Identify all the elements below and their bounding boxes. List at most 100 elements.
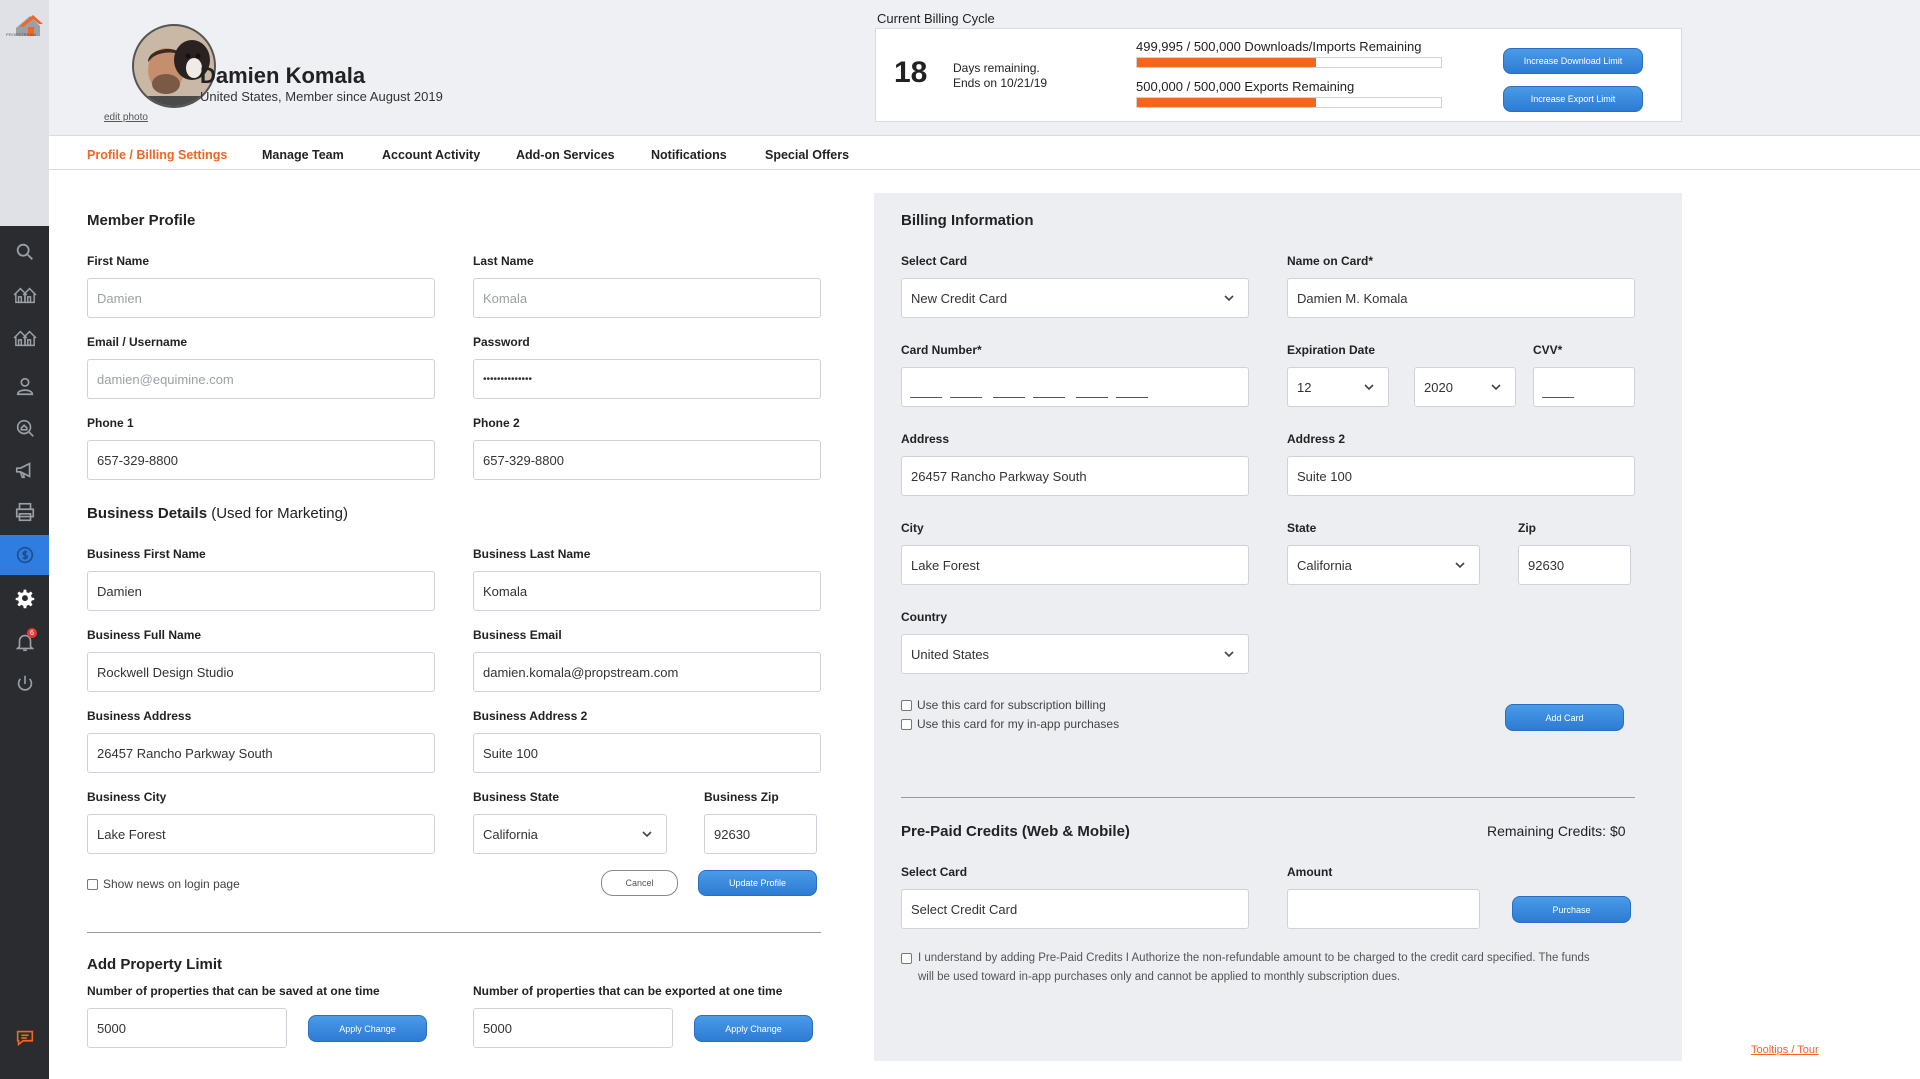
gear-icon[interactable]	[0, 579, 49, 619]
email-field[interactable]: damien@equimine.com	[87, 359, 435, 399]
select-card-dropdown[interactable]: New Credit Card	[901, 278, 1249, 318]
search-icon[interactable]	[0, 232, 49, 272]
increase-export-limit-button[interactable]: Increase Export Limit	[1503, 86, 1643, 112]
billing-city-field[interactable]: Lake Forest	[901, 545, 1249, 585]
user-icon[interactable]	[0, 366, 49, 406]
show-news-label: Show news on login page	[103, 877, 240, 891]
amount-label: Amount	[1287, 865, 1333, 879]
billing-address2-field[interactable]: Suite 100	[1287, 456, 1635, 496]
tab-profile-billing[interactable]: Profile / Billing Settings	[87, 148, 227, 162]
business-details-title: Business Details (Used for Marketing)	[87, 505, 348, 522]
homes-alt-icon[interactable]	[0, 318, 49, 358]
business-last-name-label: Business Last Name	[473, 547, 591, 561]
prepaid-disclaimer: I understand by adding Pre-Paid Credits …	[918, 949, 1590, 987]
business-address2-field[interactable]: Suite 100	[473, 733, 821, 773]
phone1-field[interactable]: 657-329-8800	[87, 440, 435, 480]
business-city-label: Business City	[87, 790, 167, 804]
business-full-name-field[interactable]: Rockwell Design Studio	[87, 652, 435, 692]
saved-limit-field[interactable]: 5000	[87, 1008, 287, 1048]
business-details-subtitle: (Used for Marketing)	[207, 505, 348, 522]
remaining-credits: Remaining Credits: $0	[1487, 823, 1626, 839]
first-name-field[interactable]: Damien	[87, 278, 435, 318]
add-card-button[interactable]: Add Card	[1505, 704, 1624, 731]
tooltips-tour-link[interactable]: Tooltips / Tour	[1751, 1044, 1819, 1056]
tab-manage-team[interactable]: Manage Team	[262, 148, 344, 162]
business-zip-field[interactable]: 92630	[704, 814, 817, 854]
prepaid-select-card-label: Select Card	[901, 865, 968, 879]
billing-address-label: Address	[901, 432, 950, 446]
dollar-icon[interactable]	[0, 535, 49, 575]
power-icon[interactable]	[0, 664, 49, 704]
use-subscription-label: Use this card for subscription billing	[917, 698, 1106, 712]
prepaid-select-card-field[interactable]: Select Credit Card	[901, 889, 1249, 929]
billing-zip-label: Zip	[1518, 521, 1536, 535]
use-inapp-checkbox-row[interactable]: Use this card for my in-app purchases	[901, 717, 1119, 731]
country-select[interactable]: United States	[901, 634, 1249, 674]
business-email-field[interactable]: damien.komala@propstream.com	[473, 652, 821, 692]
business-state-label: Business State	[473, 790, 560, 804]
expiration-year-select[interactable]: 2020	[1414, 367, 1516, 407]
downloads-quota-label: 499,995 / 500,000 Downloads/Imports Rema…	[1136, 39, 1422, 54]
homes-icon[interactable]	[0, 275, 49, 315]
phone2-field[interactable]: 657-329-8800	[473, 440, 821, 480]
business-city-field[interactable]: Lake Forest	[87, 814, 435, 854]
update-profile-button[interactable]: Update Profile	[698, 870, 817, 896]
chat-icon[interactable]	[0, 1018, 49, 1058]
billing-address-field[interactable]: 26457 Rancho Parkway South	[901, 456, 1249, 496]
apply-exported-limit-button[interactable]: Apply Change	[694, 1015, 813, 1042]
prepaid-authorize-checkbox-row[interactable]	[901, 952, 912, 964]
chevron-down-icon	[1364, 384, 1374, 391]
tab-add-on-services[interactable]: Add-on Services	[516, 148, 615, 162]
cycle-end-line: Ends on 10/21/19	[953, 76, 1048, 90]
last-name-field[interactable]: Komala	[473, 278, 821, 318]
downloads-progress-fill	[1137, 58, 1317, 67]
business-zip-label: Business Zip	[704, 790, 779, 804]
tab-notifications[interactable]: Notifications	[651, 148, 727, 162]
use-subscription-checkbox-row[interactable]: Use this card for subscription billing	[901, 698, 1106, 712]
billing-cycle-title: Current Billing Cycle	[877, 11, 995, 26]
disclaimer-line-1: I understand by adding Pre-Paid Credits …	[918, 952, 1590, 964]
show-news-checkbox-row[interactable]: Show news on login page	[87, 877, 240, 891]
business-state-select[interactable]: California	[473, 814, 667, 854]
use-subscription-checkbox[interactable]	[901, 699, 912, 711]
cancel-button[interactable]: Cancel	[601, 870, 678, 896]
downloads-progress-bar	[1136, 57, 1442, 68]
prepaid-authorize-checkbox[interactable]	[901, 953, 912, 964]
billing-city-label: City	[901, 521, 924, 535]
edit-photo-link[interactable]: edit photo	[104, 112, 148, 123]
chevron-down-icon	[1224, 295, 1234, 302]
show-news-checkbox[interactable]	[87, 878, 98, 890]
cvv-field[interactable]	[1533, 367, 1635, 407]
bell-icon[interactable]: 6	[0, 622, 49, 662]
name-on-card-field[interactable]: Damien M. Komala	[1287, 278, 1635, 318]
billing-state-value: California	[1297, 557, 1352, 573]
exports-quota-label: 500,000 / 500,000 Exports Remaining	[1136, 79, 1355, 94]
use-inapp-checkbox[interactable]	[901, 718, 912, 730]
expiration-month-select[interactable]: 12	[1287, 367, 1389, 407]
chevron-down-icon	[1491, 384, 1501, 391]
increase-download-limit-button[interactable]: Increase Download Limit	[1503, 48, 1643, 74]
password-field[interactable]: ••••••••••••••	[473, 359, 821, 399]
amount-field[interactable]	[1287, 889, 1480, 929]
exported-limit-field[interactable]: 5000	[473, 1008, 673, 1048]
business-first-name-field[interactable]: Damien	[87, 571, 435, 611]
purchase-button[interactable]: Purchase	[1512, 896, 1631, 923]
billing-zip-field[interactable]: 92630	[1518, 545, 1631, 585]
business-last-name-field[interactable]: Komala	[473, 571, 821, 611]
business-state-value: California	[483, 826, 538, 842]
apply-saved-limit-button[interactable]: Apply Change	[308, 1015, 427, 1042]
card-number-field[interactable]	[901, 367, 1249, 407]
business-email-label: Business Email	[473, 628, 562, 642]
billing-state-select[interactable]: California	[1287, 545, 1480, 585]
tab-special-offers[interactable]: Special Offers	[765, 148, 849, 162]
business-address-field[interactable]: 26457 Rancho Parkway South	[87, 733, 435, 773]
megaphone-icon[interactable]	[0, 450, 49, 490]
billing-state-label: State	[1287, 521, 1317, 535]
country-label: Country	[901, 610, 947, 624]
magnify-property-icon[interactable]	[0, 408, 49, 448]
business-full-name-label: Business Full Name	[87, 628, 202, 642]
tab-account-activity[interactable]: Account Activity	[382, 148, 480, 162]
billing-divider	[901, 797, 1635, 798]
printer-icon[interactable]	[0, 492, 49, 532]
business-details-title-text: Business Details	[87, 505, 208, 522]
